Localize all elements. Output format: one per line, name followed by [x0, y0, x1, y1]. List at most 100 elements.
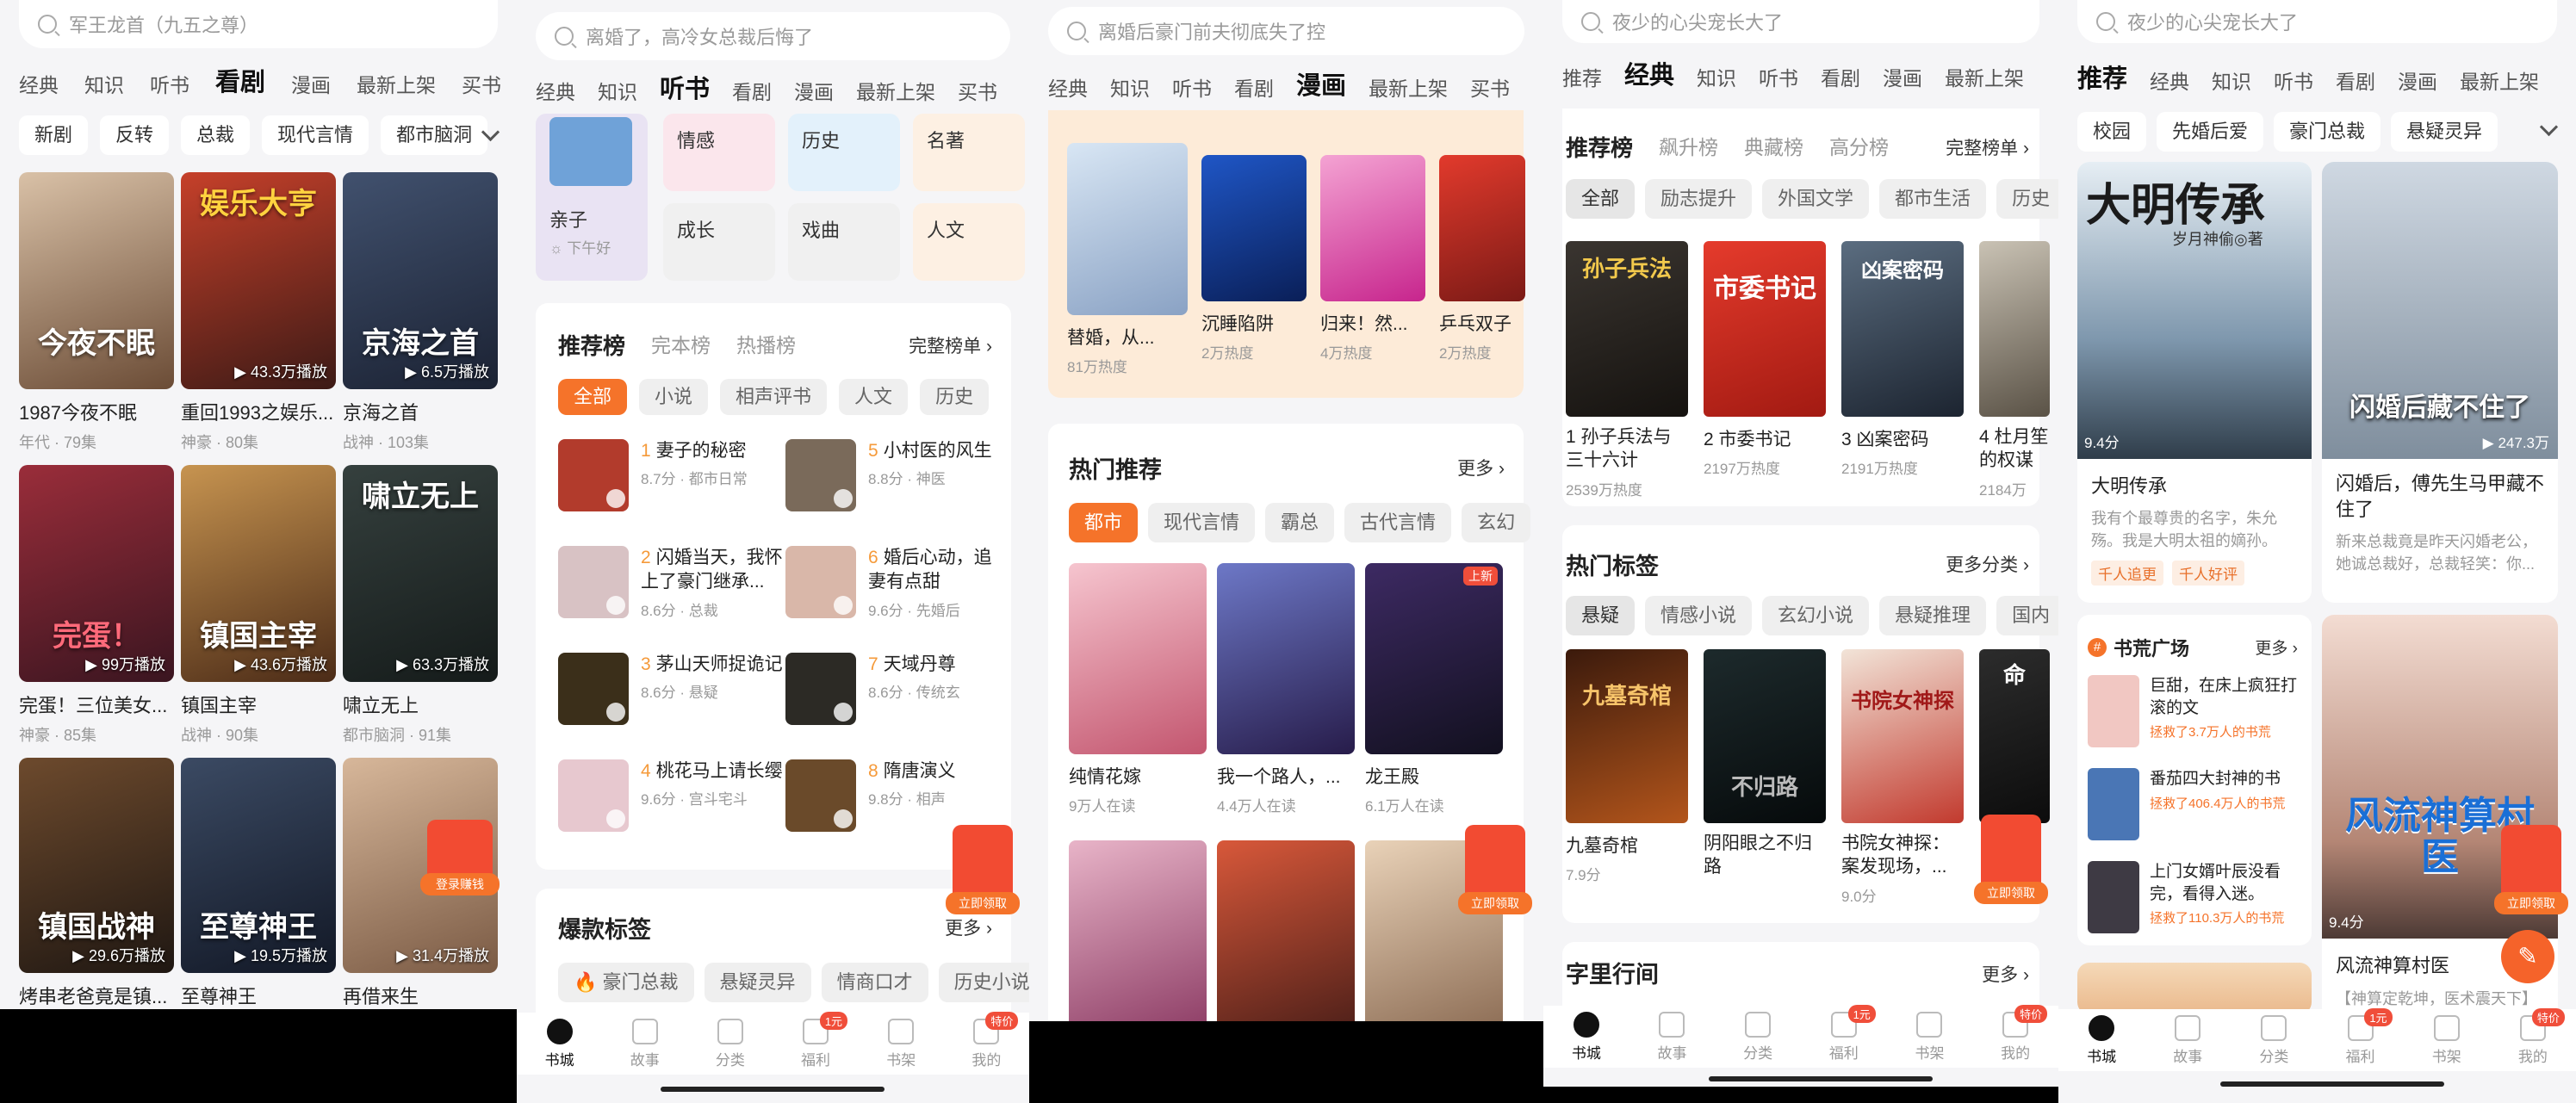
drama-card[interactable]: 啸立无上 ▶ 63.3万播放 啸立无上 都市脑洞 · 91集 — [343, 465, 498, 746]
tab-drama[interactable]: 看剧 — [1821, 62, 1860, 91]
book-feed-card[interactable]: 大明传承 岁月神偷◎著 9.4分 大明传承 我有个最尊贵的名字，朱允殇。我是大明… — [2077, 162, 2312, 603]
filter-mystery[interactable]: 悬疑 — [1566, 596, 1636, 635]
tag-history-novel[interactable]: 历史小说 — [938, 963, 1029, 1002]
nav-shelf[interactable]: 书架 — [2432, 1014, 2461, 1066]
tab-buy[interactable]: 买书 — [1470, 72, 1510, 102]
filter-detective[interactable]: 悬疑推理 — [1879, 596, 1987, 635]
filter-humanities[interactable]: 人文 — [839, 379, 909, 415]
chip-campus[interactable]: 校园 — [2077, 112, 2147, 152]
rank-item[interactable]: 8 隋唐演义 9.8分 · 相声 — [785, 759, 997, 832]
comic-item[interactable]: 归来！然... 4万热度 — [1320, 143, 1425, 376]
tab-recommend-rank[interactable]: 推荐榜 — [1566, 131, 1633, 163]
comic-item[interactable]: 乒乓双子 2万热度 — [1439, 143, 1525, 376]
filter-domestic[interactable]: 国内 — [1996, 596, 2058, 635]
tag-mystery[interactable]: 悬疑灵异 — [704, 963, 811, 1002]
chip-ceo[interactable]: 豪门总裁 — [2274, 112, 2381, 152]
tag-eloquence[interactable]: 情商口才 — [821, 963, 928, 1002]
filter-all[interactable]: 全部 — [558, 379, 628, 415]
tab-score-rank[interactable]: 高分榜 — [1829, 131, 1889, 163]
search-bar[interactable]: 夜少的心尖宠长大了 — [2077, 0, 2557, 43]
book-feed-card[interactable]: 闪婚后藏不住了 ▶ 247.3万 闪婚后，傅先生马甲藏不住了 新来总裁竟是昨天闪… — [2322, 162, 2558, 603]
book-item[interactable]: 市委书记 2 市委书记 2197万热度 — [1704, 241, 1826, 499]
rank-item[interactable]: 7 天域丹尊 8.6分 · 传统玄 — [785, 653, 997, 725]
more-link[interactable]: 更多 › — [1457, 455, 1505, 480]
tab-recommend[interactable]: 推荐 — [1562, 62, 1602, 91]
login-reward-button[interactable]: 登录赚钱 — [420, 820, 500, 895]
tab-audio[interactable]: 听书 — [2274, 65, 2313, 95]
claim-reward-button[interactable]: 立即领取 — [946, 825, 1020, 914]
nav-story[interactable]: 故事 — [1657, 1011, 1686, 1063]
rank-item[interactable]: 5 小村医的风生 8.8分 · 神医 — [785, 439, 997, 511]
tab-audio[interactable]: 听书 — [1759, 62, 1798, 91]
tab-comic[interactable]: 漫画 — [794, 76, 834, 105]
chip-new[interactable]: 新剧 — [19, 115, 89, 155]
comic-card[interactable]: 我一个路人，... 4.4万人在读 — [1217, 563, 1355, 815]
filter-crosstalk[interactable]: 相声评书 — [720, 379, 828, 415]
nav-category[interactable]: 分类 — [716, 1018, 745, 1069]
tab-comic[interactable]: 漫画 — [1296, 65, 1346, 102]
comic-item[interactable]: 替婚，从... 81万热度 — [1067, 143, 1188, 376]
tab-new[interactable]: 最新上架 — [1945, 62, 2024, 91]
comic-card[interactable]: 纯情花嫁 9万人在读 — [1069, 563, 1207, 815]
tab-audio[interactable]: 听书 — [150, 69, 189, 98]
nav-welfare[interactable]: 福利 1元 — [801, 1011, 848, 1069]
chip-mystery[interactable]: 悬疑灵异 — [2391, 112, 2498, 152]
tab-new[interactable]: 最新上架 — [2460, 65, 2539, 95]
filter-novel[interactable]: 小说 — [639, 379, 709, 415]
book-item[interactable]: 不归路 阴阳眼之不归路 — [1704, 649, 1826, 906]
nav-mine[interactable]: 我的 特价 — [2001, 1004, 2048, 1063]
book-item[interactable]: 凶案密码 3 凶案密码 2191万热度 — [1841, 241, 1964, 499]
search-bar[interactable]: 离婚后豪门前夫彻底失了控 — [1048, 7, 1524, 55]
nav-story[interactable]: 故事 — [630, 1018, 660, 1069]
edit-fab[interactable]: ✎ — [2501, 930, 2554, 983]
filter-ceo[interactable]: 霸总 — [1265, 503, 1335, 542]
nav-mine[interactable]: 我的 特价 — [2518, 1007, 2565, 1066]
tab-audio[interactable]: 听书 — [1172, 72, 1212, 102]
chip-twist[interactable]: 反转 — [100, 115, 170, 155]
tab-drama[interactable]: 看剧 — [1234, 72, 1274, 102]
tab-comic[interactable]: 漫画 — [1883, 62, 1922, 91]
nav-bookstore[interactable]: 书城 — [545, 1018, 574, 1069]
tab-knowledge[interactable]: 知识 — [2212, 65, 2251, 95]
chip-romance[interactable]: 现代言情 — [262, 115, 369, 155]
category-history[interactable]: 历史 — [788, 114, 900, 191]
comic-item[interactable]: 沉睡陷阱 2万热度 — [1201, 143, 1307, 376]
tab-recommend[interactable]: 推荐 — [2077, 59, 2127, 95]
chip-ceo[interactable]: 总裁 — [181, 115, 251, 155]
drama-card[interactable]: 镇国战神 ▶ 29.6万播放 烤串老爸竟是镇... — [19, 758, 174, 1009]
filter-urban[interactable]: 都市 — [1069, 503, 1139, 542]
book-item[interactable]: 书院女神探 书院女神探：案发现场，... 9.0分 — [1841, 649, 1964, 906]
drama-card[interactable]: 京海之首 ▶ 6.5万播放 京海之首 战神 · 103集 — [343, 172, 498, 453]
chip-urban[interactable]: 都市脑洞 — [381, 115, 488, 155]
rank-item[interactable]: 6 婚后心动，追妻有点甜 9.6分 · 先婚后 — [785, 546, 997, 620]
more-link[interactable]: 更多 › — [945, 914, 992, 940]
filter-romance-novel[interactable]: 情感小说 — [1645, 596, 1753, 635]
tab-buy[interactable]: 买书 — [462, 69, 501, 98]
tab-buy[interactable]: 买书 — [958, 76, 997, 105]
nav-shelf[interactable]: 书架 — [886, 1018, 916, 1069]
filter-history[interactable]: 历史 — [1996, 179, 2058, 219]
nav-bookstore[interactable]: 书城 — [1572, 1011, 1601, 1063]
tab-knowledge[interactable]: 知识 — [84, 69, 124, 98]
nav-welfare[interactable]: 福利 1元 — [2346, 1007, 2393, 1066]
filter-history[interactable]: 历史 — [920, 379, 990, 415]
square-item[interactable]: 上门女婿叶辰没看完，看得入迷。 拯救了110.3万人的书荒 — [2088, 861, 2303, 933]
nav-shelf[interactable]: 书架 — [1915, 1011, 1944, 1063]
comic-cover[interactable] — [1069, 840, 1207, 1038]
book-item[interactable]: 九墓奇棺 九墓奇棺 7.9分 — [1566, 649, 1688, 906]
nav-category[interactable]: 分类 — [1743, 1011, 1772, 1063]
category-parenting[interactable]: 亲子 ☼ 下午好 — [536, 114, 648, 281]
nav-category[interactable]: 分类 — [2259, 1014, 2288, 1066]
book-item[interactable]: 孙子兵法 1 孙子兵法与三十六计 2539万热度 — [1566, 241, 1688, 499]
category-growth[interactable]: 成长 — [663, 203, 775, 281]
claim-reward-button[interactable]: 立即领取 — [1458, 825, 1532, 914]
rank-item[interactable]: 2 闪婚当天，我怀上了豪门继承... 8.6分 · 总裁 — [558, 546, 787, 620]
tab-classic[interactable]: 经典 — [19, 69, 59, 98]
tab-recommend-rank[interactable]: 推荐榜 — [558, 329, 625, 361]
drama-card[interactable]: 镇国主宰 ▶ 43.6万播放 镇国主宰 战神 · 90集 — [181, 465, 336, 746]
drama-card[interactable]: 娱乐大亨 ▶ 43.3万播放 重回1993之娱乐... 神豪 · 80集 — [181, 172, 336, 453]
search-bar[interactable]: 离婚了，高冷女总裁后悔了 — [536, 12, 1010, 60]
tab-classic[interactable]: 经典 — [536, 76, 575, 105]
more-link[interactable]: 更多 › — [2255, 635, 2298, 659]
tab-knowledge[interactable]: 知识 — [1110, 72, 1150, 102]
